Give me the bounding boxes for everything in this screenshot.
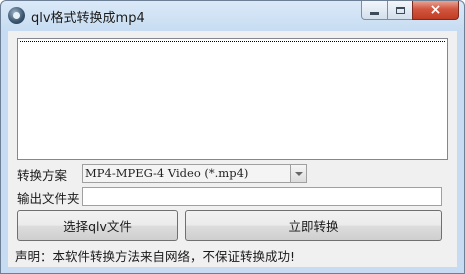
maximize-icon: [395, 6, 405, 14]
disclaimer-text: 声明：本软件转换方法来自网络，不保证转换成功!: [15, 249, 296, 264]
minimize-button[interactable]: [361, 1, 388, 20]
window-title: qlv格式转换成mp4: [31, 11, 145, 26]
list-focus-rect: [20, 41, 445, 50]
minimize-icon: [370, 11, 379, 15]
select-qlv-file-button[interactable]: 选择qlv文件: [17, 210, 178, 241]
app-window: qlv格式转换成mp4 × 转换方案 MP4-MPEG-4 Video (*.m…: [0, 0, 465, 274]
scheme-dropdown[interactable]: MP4-MPEG-4 Video (*.mp4): [82, 164, 307, 183]
output-folder-input[interactable]: [82, 187, 442, 206]
output-folder-label: 输出文件夹: [17, 191, 80, 206]
app-icon: [8, 7, 25, 24]
dropdown-arrow-button[interactable]: [290, 165, 306, 182]
convert-now-button[interactable]: 立即转换: [185, 210, 442, 241]
close-icon: ×: [429, 2, 442, 18]
client-area: 转换方案 MP4-MPEG-4 Video (*.mp4) 输出文件夹 选择ql…: [8, 31, 457, 267]
title-bar[interactable]: qlv格式转换成mp4 ×: [1, 1, 464, 31]
chevron-down-icon: [294, 171, 303, 176]
scheme-label: 转换方案: [17, 168, 68, 183]
maximize-button[interactable]: [387, 1, 413, 20]
file-list[interactable]: [17, 38, 448, 160]
scheme-selected-value: MP4-MPEG-4 Video (*.mp4): [85, 166, 249, 180]
close-button[interactable]: ×: [412, 1, 459, 20]
